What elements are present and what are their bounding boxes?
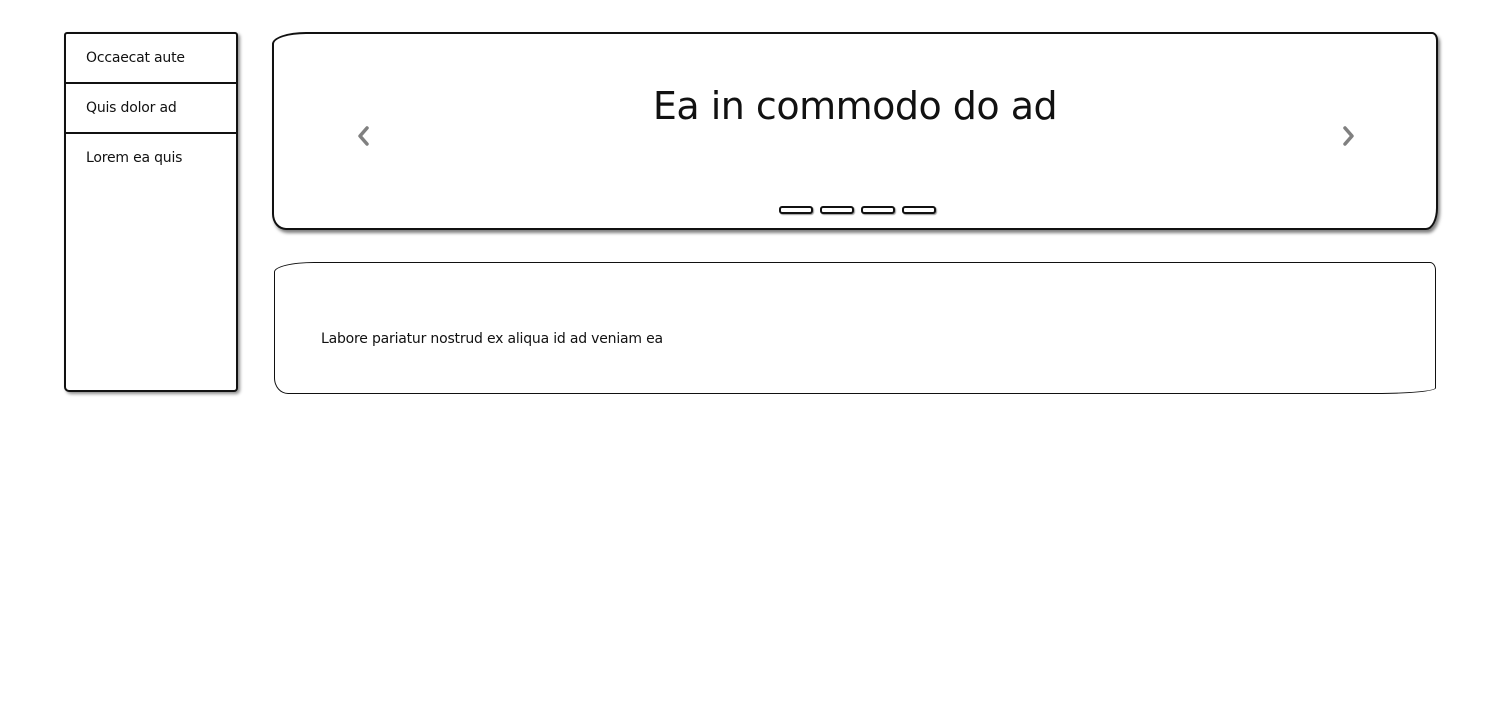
- chevron-left-icon: [358, 126, 369, 146]
- sidebar-item-lorem-ea-quis[interactable]: Lorem ea quis: [66, 134, 236, 184]
- carousel-indicators: [779, 206, 936, 214]
- carousel-title: Ea in commodo do ad: [652, 84, 1058, 128]
- carousel-next-button[interactable]: [1338, 124, 1358, 148]
- card-text: Labore pariatur nostrud ex aliqua id ad …: [321, 331, 663, 347]
- content-card: Labore pariatur nostrud ex aliqua id ad …: [274, 262, 1436, 394]
- sidebar-item-label: Quis dolor ad: [86, 100, 177, 116]
- carousel-indicator-2[interactable]: [820, 206, 854, 214]
- page: Occaecat aute Quis dolor ad Lorem ea qui…: [0, 0, 1500, 720]
- sidebar: Occaecat aute Quis dolor ad Lorem ea qui…: [64, 32, 238, 392]
- sidebar-item-quis-dolor-ad[interactable]: Quis dolor ad: [66, 84, 236, 134]
- sidebar-item-label: Lorem ea quis: [86, 150, 183, 166]
- carousel: Ea in commodo do ad: [272, 32, 1438, 230]
- carousel-indicator-4[interactable]: [902, 206, 936, 214]
- chevron-right-icon: [1343, 126, 1354, 146]
- sidebar-item-occaecat-aute[interactable]: Occaecat aute: [66, 34, 236, 84]
- carousel-indicator-1[interactable]: [779, 206, 813, 214]
- sidebar-item-label: Occaecat aute: [86, 50, 185, 66]
- carousel-prev-button[interactable]: [354, 124, 374, 148]
- carousel-indicator-3[interactable]: [861, 206, 895, 214]
